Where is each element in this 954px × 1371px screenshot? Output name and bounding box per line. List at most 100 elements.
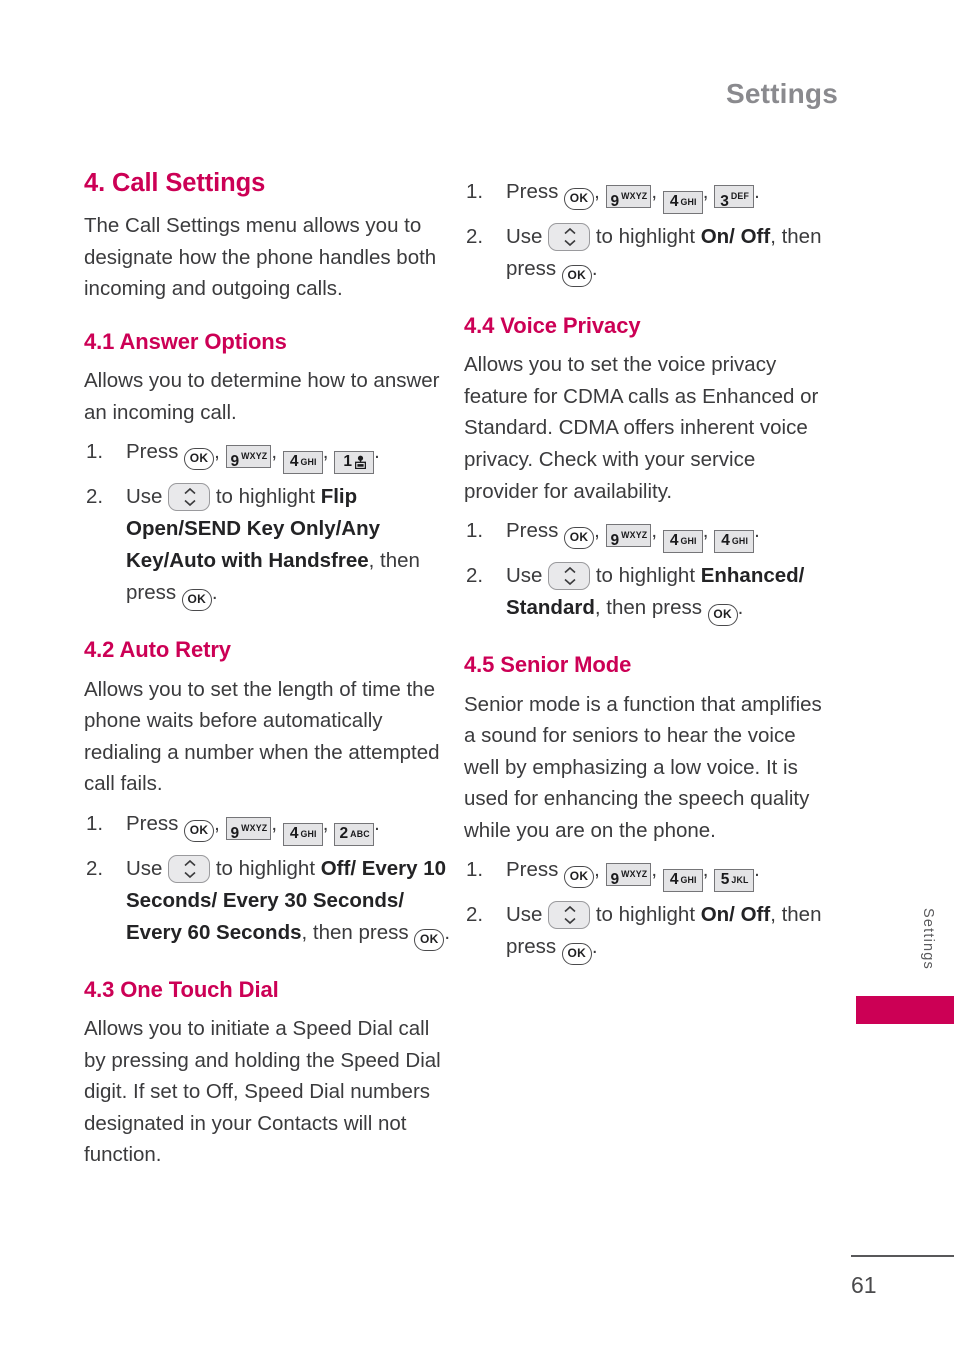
key-navigation-icon [548,562,591,591]
key-ok-icon: OK [184,819,215,842]
step-text: . [754,858,760,882]
key-ok-icon: OK [564,527,595,550]
step-separator: , [322,811,335,835]
key-ok-icon: OK [181,589,212,612]
key-nine-icon: 9 WXYZ [605,863,652,888]
step-text: . [374,440,380,464]
left-column: 4. Call Settings The Call Settings menu a… [84,168,452,1177]
subsection-heading: 4.2 Auto Retry [84,637,231,663]
step-list: Press OK, 9 WXYZ, 4 GHI, 5 JKL. Use to highl… [464,854,832,966]
key-four-icon: 4 GHI [662,530,703,554]
key-two-icon: 2 ABC [334,822,375,846]
step-text: to highlight [590,564,701,588]
subsection-heading: 4.3 One Touch Dial [84,976,279,1002]
step-list: Press OK, 9 WXYZ, 4 GHI, 2 ABC. Use to highl… [84,808,452,951]
step-separator: , [214,440,226,464]
step-text: . [754,519,760,543]
key-navigation-icon [548,901,591,930]
step-option-value: On/ Off [700,903,771,927]
step-list: Press OK, 9 WXYZ, 4 GHI, 4 GHI. Use to highl… [464,515,832,627]
step-item: Use to highlight On/ Off, then press OK. [464,221,832,287]
step-text: Use [506,225,549,248]
step-separator: , [702,858,715,882]
step-text: to highlight [210,485,321,509]
subsection-heading: 4.1 Answer Options [84,328,287,354]
step-item: Use to highlight Off/ Every 10 Seconds/ … [84,853,452,951]
step-separator: , [271,811,283,835]
key-navigation-icon [168,483,211,512]
key-ok-icon: OK [564,866,595,889]
step-separator: , [214,811,226,835]
step-text: to highlight [210,856,321,880]
step-text: Press [126,811,185,835]
key-navigation-icon [168,854,211,883]
step-item: Press OK, 9 WXYZ, 4 GHI, 5 JKL. [464,854,832,893]
step-text: Use [126,485,169,509]
step-separator: , [651,519,663,543]
key-nine-icon: 9 WXYZ [605,185,652,210]
step-text: . [591,935,598,959]
subsection-body: Allows you to set the length of time the… [84,677,440,796]
step-item: Press OK, 9 WXYZ, 4 GHI, 3 DEF. [464,176,832,214]
step-item: Use to highlight Enhanced/ Standard, the… [464,560,832,627]
step-list: Press OK, 9 WXYZ, 4 GHI, 1. Use to highligh… [84,436,452,612]
key-four-icon: 4 GHI [662,869,703,893]
step-text: Press [506,180,565,203]
key-four-icon: 4 GHI [282,822,323,846]
step-list: Press OK, 9 WXYZ, 4 GHI, 3 DEF. Use to highl… [464,176,832,287]
step-text: . [754,180,760,203]
step-text: Use [506,903,549,927]
step-item: Press OK, 9 WXYZ, 4 GHI, 2 ABC. [84,808,452,846]
step-text: . [374,811,380,835]
step-text: . [444,920,451,944]
key-nine-icon: 9 WXYZ [225,816,272,842]
subsection-heading: 4.5 Senior Mode [464,652,632,678]
key-nine-icon: 9 WXYZ [605,524,652,549]
step-text: Use [506,564,549,588]
key-ok-icon: OK [561,943,592,966]
right-column: Press OK, 9 WXYZ, 4 GHI, 3 DEF. Use to highl… [464,168,832,972]
step-text: Press [506,858,565,882]
step-text: . [591,256,598,280]
step-separator: , [594,180,606,203]
key-ok-icon: OK [184,448,215,471]
step-text: . [211,581,218,605]
step-separator: , [651,858,663,882]
subsection-body: Allows you to set the voice privacy feat… [464,353,819,503]
step-text: to highlight [590,225,701,248]
step-separator: , [271,440,283,464]
step-separator: , [702,519,715,543]
key-four-icon: 4 GHI [282,451,323,475]
step-text: Press [126,440,185,464]
subsection-heading: 4.4 Voice Privacy [464,312,641,338]
step-item: Use to highlight On/ Off, then press OK. [464,899,832,966]
key-three-icon: 3 DEF [714,185,755,210]
step-item: Use to highlight Flip Open/SEND Key Only… [84,481,452,612]
key-ok-icon: OK [414,928,445,951]
step-separator: , [594,858,606,882]
key-navigation-icon [548,223,591,251]
step-item: Press OK, 9 WXYZ, 4 GHI, 1. [84,436,452,475]
step-separator: , [322,440,335,464]
step-text: Use [126,856,169,880]
page-columns: 4. Call Settings The Call Settings menu a… [0,0,954,1371]
subsection-body: Senior mode is a function that amplifies… [464,692,822,842]
step-text: . [737,596,744,620]
section-intro: The Call Settings menu allows you to des… [84,214,437,301]
subsection-body: Allows you to determine how to answer an… [84,369,440,424]
step-separator: , [651,180,663,203]
key-four-icon: 4 GHI [662,191,703,214]
step-separator: , [702,180,715,203]
step-text: , then press [594,596,708,620]
key-one-icon: 1 [334,451,375,475]
step-text: , then press [301,920,415,944]
section-heading: 4. Call Settings [84,169,266,197]
step-item: Press OK, 9 WXYZ, 4 GHI, 4 GHI. [464,515,832,554]
key-nine-icon: 9 WXYZ [225,445,272,470]
key-ok-icon: OK [564,188,595,210]
step-option-value: On/ Off [700,225,771,248]
key-ok-icon: OK [707,604,738,627]
step-text: to highlight [590,903,701,927]
step-text: Press [506,519,565,543]
subsection-body: Allows you to initiate a Speed Dial call… [84,1017,441,1167]
